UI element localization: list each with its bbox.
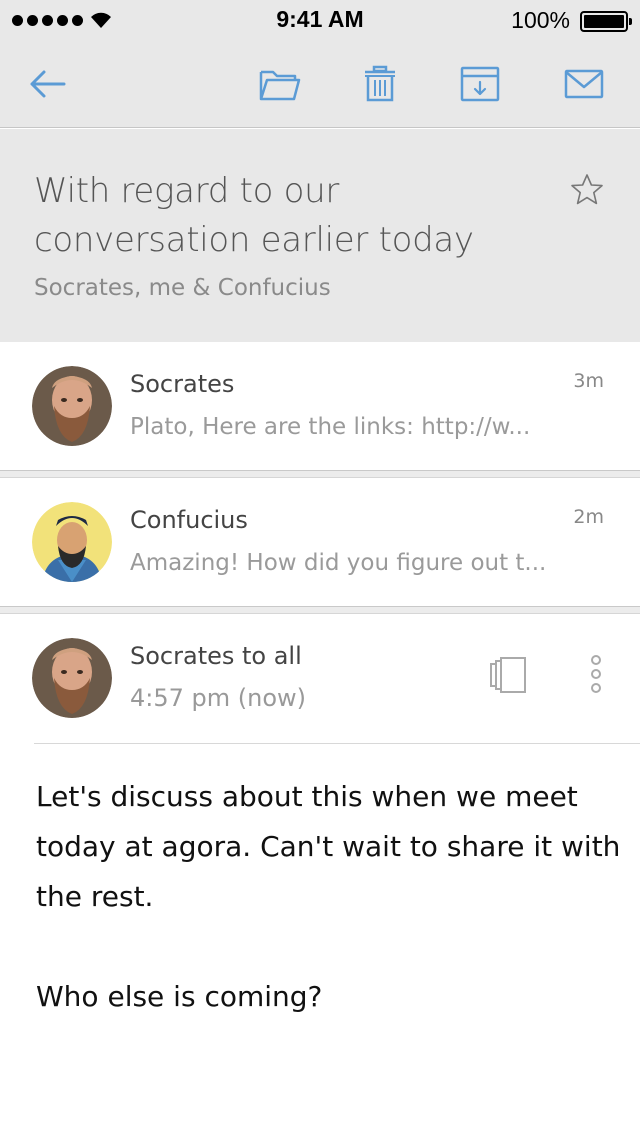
back-button[interactable] — [24, 60, 72, 108]
message-body-paragraph: Who else is coming? — [36, 980, 323, 1013]
message-time: 3m — [573, 370, 604, 392]
message-row[interactable]: Confucius Amazing! How did you figure ou… — [0, 478, 640, 606]
thread-header: With regard to our conversation earlier … — [0, 129, 640, 342]
avatar — [32, 366, 112, 446]
move-to-folder-button[interactable] — [256, 60, 304, 108]
expanded-message-time: 4:57 pm (now) — [130, 684, 307, 712]
toolbar — [0, 40, 640, 128]
message-separator — [0, 606, 640, 614]
message-row[interactable]: Socrates Plato, Here are the links: http… — [0, 342, 640, 470]
message-divider — [34, 743, 640, 744]
message-snippet: Plato, Here are the links: http://w... — [130, 414, 531, 440]
battery-icon — [580, 11, 632, 32]
message-body: Let's discuss about this when we meet to… — [36, 772, 626, 1072]
back-arrow-icon — [30, 70, 66, 98]
message-snippet: Amazing! How did you figure out t... — [130, 550, 547, 576]
expanded-message-sender: Socrates to all — [130, 642, 302, 670]
thread-participants: Socrates, me & Confucius — [34, 275, 331, 301]
delete-button[interactable] — [356, 60, 404, 108]
trash-icon — [365, 65, 395, 102]
avatar — [32, 502, 112, 582]
star-icon[interactable] — [570, 173, 604, 207]
battery-percentage: 100% — [511, 7, 570, 33]
message-separator — [0, 470, 640, 478]
avatar — [32, 638, 112, 718]
archive-icon — [460, 66, 500, 102]
stacked-pages-icon[interactable] — [488, 656, 528, 694]
mail-button[interactable] — [560, 60, 608, 108]
thread-subject: With regard to our conversation earlier … — [34, 171, 474, 260]
message-time: 2m — [573, 506, 604, 528]
status-bar: 9:41 AM 100% — [0, 0, 640, 40]
folder-icon — [259, 70, 301, 101]
mail-icon — [564, 69, 604, 99]
more-vertical-icon[interactable] — [586, 654, 606, 694]
message-body-paragraph: Let's discuss about this when we meet to… — [36, 780, 621, 913]
message-sender: Socrates — [130, 370, 235, 398]
message-sender: Confucius — [130, 506, 248, 534]
archive-button[interactable] — [456, 60, 504, 108]
